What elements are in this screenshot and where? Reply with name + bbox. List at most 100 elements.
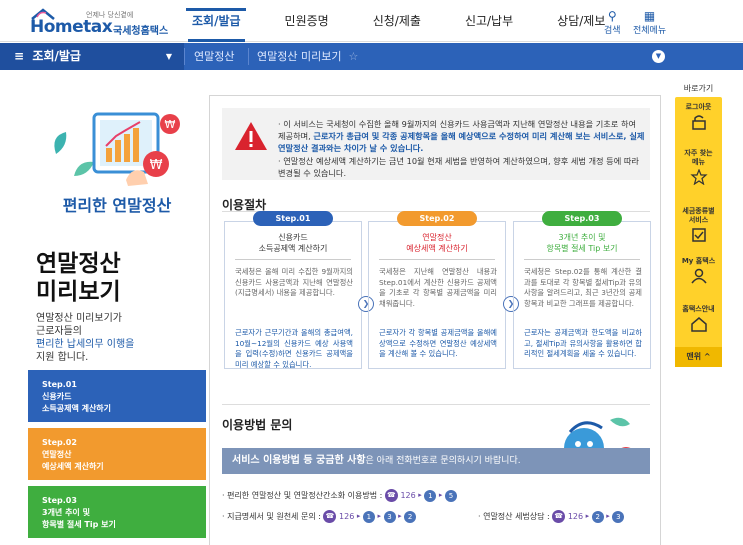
phone-icon: ☎ <box>552 510 566 523</box>
arrow-right-icon: ▸ <box>398 512 402 520</box>
step3-title: 3개년 추이 및 <box>42 508 90 517</box>
inquiry-line-3: · 연말정산 세법상담 : ☎ 126 ▸ 2 ▸ 3 <box>478 509 625 524</box>
quick-tax-service[interactable]: 세금종류별 서비스 <box>675 207 722 243</box>
logo-korean-name: 국세청홈택스 <box>113 26 169 37</box>
step2-button[interactable]: Step.02 연말정산 예상세액 계산하기 <box>28 428 206 480</box>
menu-option-number: 2 <box>404 510 417 523</box>
menu-option-number: 5 <box>444 489 457 502</box>
phone-icon: ☎ <box>323 510 337 523</box>
logo-wordmark: Hometax <box>30 17 113 37</box>
quick-my-hometax[interactable]: My 홈택스 <box>675 257 722 284</box>
page-subtitle: 편리한 연말정산 <box>62 196 172 215</box>
step2-subtitle: 예상세액 계산하기 <box>42 462 104 471</box>
inquiry-line-2-label: · 지급명세서 및 원천세 문의 : <box>222 512 321 521</box>
search-button[interactable]: ⚲ 검색 <box>604 9 621 37</box>
breadcrumb-preview[interactable]: 연말정산 미리보기 ☆ <box>257 43 358 70</box>
quick-logout[interactable]: 로그아웃 <box>675 103 722 130</box>
nav-item-inquiry-issue[interactable]: 조회/발급 <box>186 0 246 42</box>
step2-title: 연말정산 <box>42 450 72 459</box>
quick-logout-label: 로그아웃 <box>685 103 712 111</box>
caret-down-icon: ▼ <box>165 52 172 61</box>
search-icon: ⚲ <box>607 9 617 23</box>
all-menu-button[interactable]: ▦ 전체메뉴 <box>633 9 667 37</box>
step1-number: Step.01 <box>42 380 77 389</box>
step3-subtitle: 항목별 절세 Tip 보기 <box>42 520 116 529</box>
step2-number: Step.02 <box>42 438 77 447</box>
notice-paragraph-1: · 이 서비스는 국세청이 수집한 올해 9월까지의 신용카드 사용금액과 지난… <box>278 118 646 154</box>
nav-item-application[interactable]: 신청/제출 <box>373 0 421 42</box>
quick-menu-panel: 로그아웃 자주 찾는 메뉴 세금종류별 서비스 My 홈택스 홈택스안내 맨위 … <box>675 97 722 367</box>
page-title: 연말정산 미리보기 <box>36 250 121 306</box>
menu-option-number: 1 <box>362 510 375 523</box>
step2-heading: 연말정산 예상세액 계산하기 <box>369 232 505 254</box>
star-icon <box>689 169 708 185</box>
tablet-chart-illustration: ₩ ₩ <box>54 112 180 186</box>
quick-favorite-label: 자주 찾는 <box>684 149 713 157</box>
step3-heading: 3개년 추이 및 항목별 절세 Tip 보기 <box>514 232 650 254</box>
hamburger-icon: ≡ <box>14 49 29 63</box>
notice-paragraph-2: · 연말정산 예상세액 계산하기는 금년 10월 현재 세법을 반영하여 계산하… <box>278 156 639 178</box>
breadcrumb-divider <box>184 48 185 65</box>
star-icon[interactable]: ☆ <box>345 50 358 63</box>
intro-line-highlight: 편리한 납세의무 이행을 <box>36 339 135 350</box>
step2-note: 근로자가 각 항목별 공제금액을 올해예상액으로 수정하면 연말정산 예상세액을… <box>379 328 497 358</box>
quick-tax-service-label: 세금종류별 <box>682 207 715 215</box>
phone-icon: ☎ <box>384 489 398 502</box>
scroll-to-top-button[interactable]: 맨위 ^ <box>675 347 722 367</box>
inquiry-line-3-label: · 연말정산 세법상담 : <box>478 512 550 521</box>
arrow-right-icon: ▸ <box>606 512 610 520</box>
step3-description: 국세청은 Step.02를 통해 계산한 결과를 토대로 각 항목별 절세Tip… <box>524 267 642 308</box>
inquiry-banner-highlight: 서비스 이용방법 등 궁금한 사항 <box>232 455 366 466</box>
intro-line: 지원 합니다. <box>36 352 89 363</box>
section-menu-dropdown[interactable]: ≡ 조회/발급 ▼ <box>0 43 184 70</box>
chevron-down-icon[interactable]: ▼ <box>652 50 665 63</box>
quick-favorite-menu[interactable]: 자주 찾는 메뉴 <box>675 149 722 185</box>
svg-text:₩: ₩ <box>165 118 176 131</box>
step3-heading-line1: 3개년 추이 및 <box>558 233 606 242</box>
page-title-line2: 미리보기 <box>36 279 121 305</box>
quick-menu-title: 바로가기 <box>683 84 714 93</box>
page-title-line1: 연말정산 <box>36 251 121 277</box>
quick-menu: 바로가기 로그아웃 자주 찾는 메뉴 세금종류별 서비스 My 홈택스 홈택스안… <box>675 83 722 367</box>
user-icon <box>690 268 707 284</box>
breadcrumb-year-end[interactable]: 연말정산 <box>194 43 234 70</box>
step1-heading: 신용카드 소득공제액 계산하기 <box>225 232 361 254</box>
hometax-logo[interactable]: 언제나 당신곁에 Hometax 국세청홈택스 <box>30 8 170 37</box>
step2-heading-line2: 예상세액 계산하기 <box>406 244 468 253</box>
sub-navigation-bar: ≡ 조회/발급 ▼ 연말정산 연말정산 미리보기 ☆ ▼ <box>0 43 743 70</box>
arrow-right-icon: ▸ <box>418 491 422 499</box>
nav-item-filing-payment[interactable]: 신고/납부 <box>465 0 513 42</box>
step1-heading-line2: 소득공제액 계산하기 <box>258 244 328 253</box>
step3-heading-line2: 항목별 절세 Tip 보기 <box>546 244 618 253</box>
nav-item-certificates[interactable]: 민원증명 <box>285 0 329 42</box>
step2-description: 국세청은 지난해 연말정산 내용과 Step.01에서 계산한 신용카드 공제액… <box>379 267 497 308</box>
quick-tax-service-label-2: 서비스 <box>688 216 709 224</box>
intro-text: 연말정산 미리보기가 근로자들의 편리한 납세의무 이행을 지원 합니다. <box>36 312 206 364</box>
arrow-right-icon: ▸ <box>585 512 590 520</box>
quick-my-hometax-label: My 홈택스 <box>681 257 716 265</box>
step2-heading-line1: 연말정산 <box>422 233 452 242</box>
phone-number: 126 <box>567 512 584 521</box>
step1-button[interactable]: Step.01 신용카드 소득공제액 계산하기 <box>28 370 206 422</box>
inquiry-banner: 서비스 이용방법 등 궁금한 사항은 아래 전화번호로 문의하시기 바랍니다. <box>222 448 650 474</box>
nav-item-consult-report[interactable]: 상담/제보 <box>557 0 605 42</box>
inquiry-title: 이용방법 문의 <box>222 418 293 432</box>
phone-number: 126 <box>400 491 416 500</box>
procedure-box-step2: Step.02 연말정산 예상세액 계산하기 국세청은 지난해 연말정산 내용과… <box>368 211 506 369</box>
grid-menu-icon: ▦ <box>643 9 656 23</box>
inquiry-line-1-label: · 편리한 연말정산 및 연말정산간소화 이용방법 : <box>222 491 383 500</box>
warning-icon <box>235 122 267 150</box>
step3-button[interactable]: Step.03 3개년 추이 및 항목별 절세 Tip 보기 <box>28 486 206 538</box>
procedure-box-step3: Step.03 3개년 추이 및 항목별 절세 Tip 보기 국세청은 Step… <box>513 211 651 369</box>
inquiry-line-2: · 지급명세서 및 원천세 문의 : ☎ 126 ▸ 1 ▸ 3 ▸ 2 <box>222 509 417 524</box>
step1-note: 근로자가 근무기간과 올해의 총급여액, 10월~12월의 신용카드 예상 사용… <box>235 328 353 369</box>
step1-subtitle: 소득공제액 계산하기 <box>42 404 112 413</box>
notice-box: · 이 서비스는 국세청이 수집한 올해 9월까지의 신용카드 사용금액과 지난… <box>222 108 650 180</box>
main-content: · 이 서비스는 국세청이 수집한 올해 9월까지의 신용카드 사용금액과 지난… <box>209 95 661 545</box>
all-menu-label: 전체메뉴 <box>633 26 667 36</box>
svg-text:₩: ₩ <box>150 158 163 173</box>
intro-line: 근로자들의 <box>36 326 82 337</box>
quick-hometax-guide[interactable]: 홈택스안내 <box>675 305 722 332</box>
quick-guide-label: 홈택스안내 <box>682 305 715 313</box>
arrow-right-icon: ▸ <box>356 512 361 520</box>
